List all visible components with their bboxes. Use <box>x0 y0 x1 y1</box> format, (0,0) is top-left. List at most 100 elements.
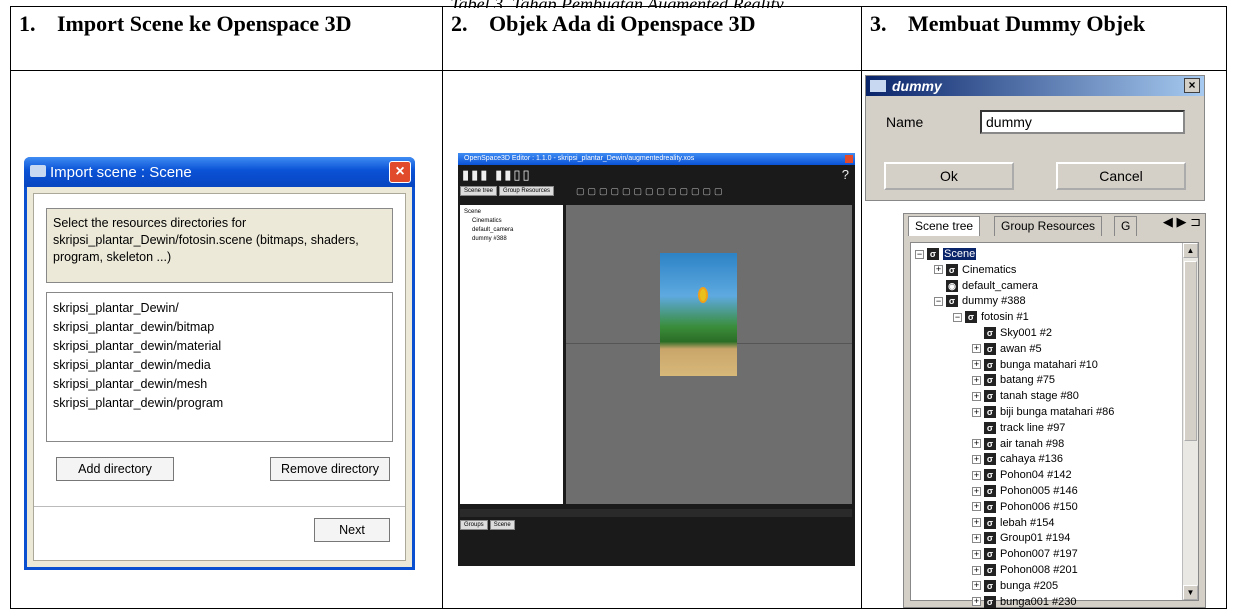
tree-node[interactable]: + σ tanah stage #80 <box>915 389 1176 405</box>
expand-icon[interactable]: + <box>972 597 981 607</box>
expand-icon[interactable]: + <box>972 565 981 575</box>
editor-tree-item[interactable]: Cinematics <box>464 218 559 224</box>
tree-node[interactable]: ◉ default_camera <box>915 279 1176 295</box>
tree-node[interactable]: − σ fotosin #1 <box>915 310 1176 326</box>
dummy-dialog-titlebar[interactable]: dummy × <box>866 76 1204 96</box>
add-directory-button[interactable]: Add directory <box>56 457 174 481</box>
tree-node[interactable]: + σ Pohon008 #201 <box>915 563 1176 579</box>
tree-node[interactable]: + σ lebah #154 <box>915 516 1176 532</box>
scene-preview-image <box>660 253 737 376</box>
close-icon[interactable]: × <box>1184 78 1200 93</box>
column-header-2: 2. Objek Ada di Openspace 3D <box>442 6 862 71</box>
tab-scene-tree[interactable]: Scene tree <box>460 186 498 196</box>
name-field[interactable]: dummy <box>980 110 1185 134</box>
directory-item[interactable]: skripsi_plantar_dewin/program <box>53 394 386 413</box>
expand-icon[interactable]: + <box>972 533 981 543</box>
node-icon: σ <box>984 516 996 529</box>
directory-item[interactable]: skripsi_plantar_Dewin/ <box>53 299 386 318</box>
tree-node[interactable]: + σ Pohon007 #197 <box>915 547 1176 563</box>
collapse-icon[interactable]: − <box>953 312 962 322</box>
editor-tree-item[interactable]: Scene <box>464 209 559 215</box>
tree-node[interactable]: + σ Pohon04 #142 <box>915 468 1176 484</box>
collapse-icon[interactable]: − <box>915 249 924 259</box>
ok-button[interactable]: Ok <box>884 162 1014 190</box>
tree-node[interactable]: + σ Group01 #194 <box>915 531 1176 547</box>
expand-icon[interactable]: + <box>972 502 981 512</box>
tree-node[interactable]: + σ bunga001 #230 <box>915 595 1176 610</box>
tab-groups[interactable]: Groups <box>460 520 488 530</box>
scene-tree-view[interactable]: − σ Scene + σ Cinematics ◉ default_camera − σ dumm… <box>910 242 1199 608</box>
tab-group-resources[interactable]: Group Resources <box>994 216 1103 236</box>
collapse-icon[interactable]: − <box>934 296 943 306</box>
node-icon: σ <box>965 311 977 324</box>
tab-scroll-arrows[interactable]: ◀ ▶ ⊐ <box>1163 214 1201 230</box>
expand-icon[interactable]: + <box>972 549 981 559</box>
import-dialog-titlebar[interactable]: Import scene : Scene × <box>24 157 415 187</box>
expand-icon[interactable]: + <box>972 581 981 591</box>
directory-item[interactable]: skripsi_plantar_dewin/material <box>53 337 386 356</box>
expand-icon[interactable]: + <box>972 470 981 480</box>
editor-tree-item[interactable]: dummy #388 <box>464 236 559 242</box>
tab-scene[interactable]: Scene <box>489 520 515 530</box>
tree-node-label: Pohon006 #150 <box>1000 500 1078 513</box>
tree-node[interactable]: σ track line #97 <box>915 421 1176 437</box>
directory-list[interactable]: skripsi_plantar_Dewin/skripsi_plantar_de… <box>46 292 393 442</box>
editor-toolbar: ▮▮▮ ▮▮▯▯ ? <box>458 165 855 185</box>
app-icon <box>30 165 46 177</box>
editor-scene-tree[interactable]: Scene Cinematics default_camera dummy #3… <box>460 205 563 504</box>
vertical-scrollbar[interactable]: ▲ ▼ <box>1182 243 1198 600</box>
resources-description: Select the resources directories for skr… <box>46 208 393 283</box>
tree-node[interactable]: + σ bunga #205 <box>915 579 1176 595</box>
remove-directory-button[interactable]: Remove directory <box>270 457 390 481</box>
tab-g[interactable]: G <box>1114 216 1138 236</box>
expand-icon[interactable]: + <box>972 344 981 354</box>
tree-node-label: bunga001 #230 <box>1000 595 1077 608</box>
scroll-up-arrow[interactable]: ▲ <box>1183 243 1198 258</box>
tree-node[interactable]: − σ Scene <box>915 247 1176 263</box>
tab-scene-tree[interactable]: Scene tree <box>908 216 981 236</box>
expand-icon[interactable]: + <box>972 360 981 370</box>
dialog-divider <box>34 506 405 507</box>
node-icon: σ <box>984 500 996 513</box>
viewport-toolbar-icons[interactable]: ▢▢▢▢▢▢▢▢▢▢▢▢▢ <box>576 186 726 197</box>
expand-icon[interactable]: + <box>972 454 981 464</box>
expand-icon[interactable]: + <box>972 407 981 417</box>
expand-icon[interactable]: + <box>972 391 981 401</box>
tree-node[interactable]: + σ Pohon005 #146 <box>915 484 1176 500</box>
expand-icon[interactable]: + <box>934 265 943 275</box>
tree-node-label: dummy #388 <box>962 295 1026 308</box>
tree-node[interactable]: + σ Pohon006 #150 <box>915 500 1176 516</box>
editor-tree-item[interactable]: default_camera <box>464 227 559 233</box>
tree-node[interactable]: + σ biji bunga matahari #86 <box>915 405 1176 421</box>
steps-table: 1. Import Scene ke Openspace 3D 2. Objek A… <box>10 6 1227 609</box>
tree-node[interactable]: − σ dummy #388 <box>915 294 1176 310</box>
directory-item[interactable]: skripsi_plantar_dewin/mesh <box>53 375 386 394</box>
node-icon: σ <box>984 564 996 577</box>
expand-icon[interactable]: + <box>972 486 981 496</box>
3d-viewport[interactable] <box>566 205 852 504</box>
tab-group-resources[interactable]: Group Resources <box>499 186 555 196</box>
tree-node[interactable]: + σ batang #75 <box>915 373 1176 389</box>
directory-item[interactable]: skripsi_plantar_dewin/bitmap <box>53 318 386 337</box>
tree-node-label: biji bunga matahari #86 <box>1000 405 1115 418</box>
help-icon[interactable]: ? <box>842 165 851 185</box>
expand-icon[interactable]: + <box>972 518 981 528</box>
tree-node[interactable]: + σ bunga matahari #10 <box>915 358 1176 374</box>
tree-node[interactable]: σ Sky001 #2 <box>915 326 1176 342</box>
expand-icon[interactable]: + <box>972 375 981 385</box>
close-icon[interactable] <box>845 155 853 163</box>
tree-node[interactable]: + σ awan #5 <box>915 342 1176 358</box>
next-button[interactable]: Next <box>314 518 390 542</box>
expand-icon[interactable]: + <box>972 439 981 449</box>
tree-node[interactable]: + σ cahaya #136 <box>915 452 1176 468</box>
scroll-down-arrow[interactable]: ▼ <box>1183 585 1198 600</box>
tree-node[interactable]: + σ air tanah #98 <box>915 437 1176 453</box>
directory-item[interactable]: skripsi_plantar_dewin/media <box>53 356 386 375</box>
toolbar-icons[interactable]: ▮▮▮ ▮▮▯▯ <box>462 167 532 182</box>
scroll-thumb[interactable] <box>1184 261 1197 441</box>
editor-titlebar[interactable]: OpenSpace3D Editor : 1.1.0 - skripsi_pla… <box>458 153 855 165</box>
tree-node-label: track line #97 <box>1000 421 1066 434</box>
close-icon[interactable]: × <box>389 161 411 183</box>
tree-node[interactable]: + σ Cinematics <box>915 263 1176 279</box>
cancel-button[interactable]: Cancel <box>1056 162 1186 190</box>
